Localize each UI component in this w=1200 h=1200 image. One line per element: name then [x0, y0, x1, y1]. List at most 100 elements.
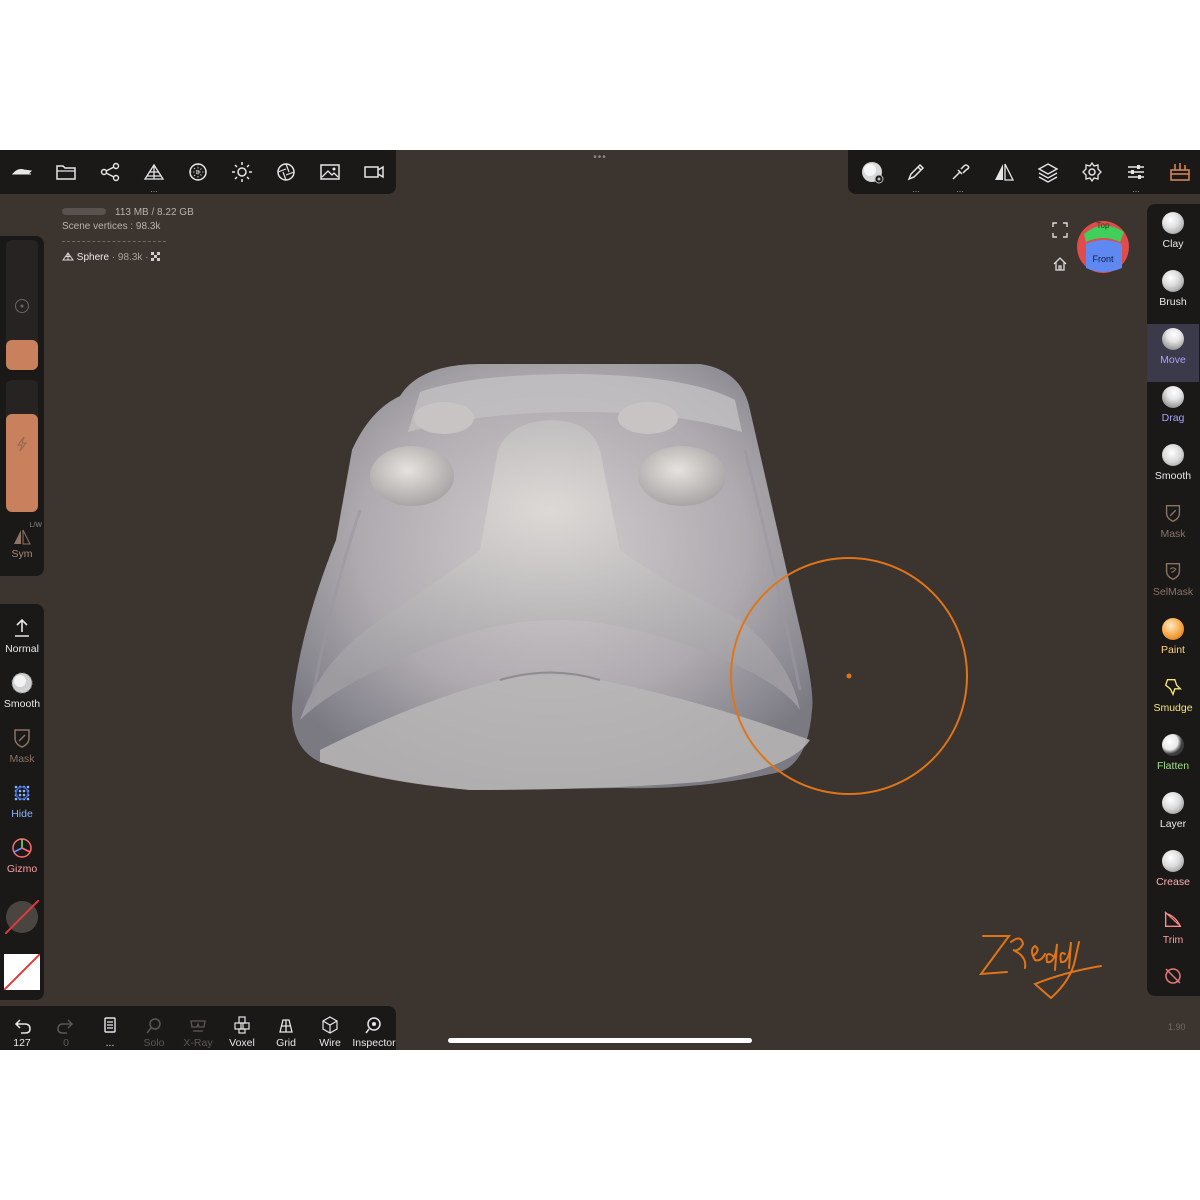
viewport[interactable]	[0, 150, 1200, 1050]
button-label: 127	[13, 1037, 31, 1049]
intensity-slider[interactable]	[6, 380, 38, 512]
symmetry-icon	[12, 528, 32, 546]
camera-aperture-button[interactable]	[274, 160, 298, 184]
picker-icon	[948, 160, 972, 184]
flatten-brush-icon	[1162, 734, 1184, 756]
tool-move[interactable]: Move	[1147, 324, 1199, 382]
layers-button[interactable]	[1036, 160, 1060, 184]
toolbox-button[interactable]	[1168, 160, 1192, 184]
symmetry-label: Sym	[11, 548, 33, 560]
grid-button[interactable]: Grid	[264, 1006, 308, 1050]
material-swatch[interactable]	[4, 899, 40, 935]
object-row[interactable]: Sphere · 98.3k ·	[62, 252, 161, 263]
intensity-icon	[15, 436, 29, 452]
button-label: X-Ray	[183, 1037, 213, 1049]
stroke-pen-button[interactable]: ...	[904, 160, 928, 194]
tool-label: Brush	[1159, 296, 1187, 308]
voxel-button[interactable]: Voxel	[220, 1006, 264, 1050]
tool-label: Flatten	[1156, 760, 1190, 772]
inspector-icon	[364, 1015, 384, 1035]
color-swatch[interactable]	[3, 953, 41, 991]
topology-icon	[142, 160, 166, 184]
scene-tree-button[interactable]	[98, 160, 122, 184]
brush-material-button[interactable]	[860, 160, 884, 184]
tool-crease[interactable]: Crease	[1147, 846, 1199, 904]
tool-brush[interactable]: Brush	[1147, 266, 1199, 324]
tool-paint[interactable]: Paint	[1147, 614, 1199, 672]
xray-button[interactable]: X-Ray	[176, 1006, 220, 1050]
inspector-button[interactable]: Inspector	[352, 1006, 396, 1050]
symmetry-button[interactable]	[992, 160, 1016, 184]
tool-smooth[interactable]: Smooth	[1147, 440, 1199, 498]
more-tools-icon[interactable]	[1161, 964, 1185, 988]
redo-button[interactable]: 0	[44, 1006, 88, 1050]
button-label: ...	[105, 1037, 115, 1049]
info-divider	[62, 241, 166, 242]
sliders-button[interactable]: ...	[1124, 160, 1148, 194]
sculpted-mesh	[291, 364, 813, 790]
tool-smudge[interactable]: Smudge	[1147, 672, 1199, 730]
folder-icon	[54, 160, 78, 184]
xray-icon	[188, 1015, 208, 1035]
tool-label: Normal	[5, 643, 39, 655]
undo-button[interactable]: 127	[0, 1006, 44, 1050]
material-sphere-button[interactable]	[186, 160, 210, 184]
view-cube-front-label: Front	[1092, 254, 1114, 264]
normal-mode[interactable]: Normal	[0, 616, 44, 668]
history-icon	[100, 1015, 120, 1035]
radius-icon	[14, 298, 30, 314]
solo-button[interactable]: Solo	[132, 1006, 176, 1050]
tool-selmask[interactable]: SelMask	[1147, 556, 1199, 614]
tool-mask[interactable]: Mask	[1147, 498, 1199, 556]
folder-button[interactable]	[54, 160, 78, 184]
redo-icon	[56, 1015, 76, 1035]
hide-icon	[10, 781, 34, 805]
video-button[interactable]	[362, 160, 386, 184]
top-toolbar-right: .........	[848, 150, 1200, 194]
tool-label: Smooth	[3, 698, 41, 710]
smooth-tool[interactable]: Smooth	[0, 671, 44, 723]
tool-label: Trim	[1162, 934, 1184, 946]
mask-tool[interactable]: Mask	[0, 726, 44, 778]
topology-button[interactable]: ...	[142, 160, 166, 194]
tool-label: Crease	[1156, 876, 1190, 888]
home-view-icon[interactable]	[1052, 256, 1068, 272]
selmask-icon	[1162, 560, 1184, 582]
button-label: Grid	[276, 1037, 296, 1049]
mesh-icon	[62, 252, 77, 263]
light-sun-icon	[230, 160, 254, 184]
image-button[interactable]	[318, 160, 342, 184]
history-button[interactable]: ...	[88, 1006, 132, 1050]
light-sun-button[interactable]	[230, 160, 254, 184]
more-options-indicator: ...	[912, 184, 920, 194]
top-drag-handle[interactable]: •••	[584, 152, 616, 163]
settings-gear-button[interactable]	[1080, 160, 1104, 184]
object-detail: · 98.3k ·	[111, 252, 149, 263]
menu-logo-button[interactable]	[10, 160, 34, 184]
picker-button[interactable]: ...	[948, 160, 972, 194]
menu-logo-icon	[10, 160, 34, 184]
signature-watermark	[978, 935, 1102, 1000]
tool-trim[interactable]: Trim	[1147, 904, 1199, 962]
hide-tool[interactable]: Hide	[0, 781, 44, 833]
object-name: Sphere	[76, 252, 110, 263]
tool-clay[interactable]: Clay	[1147, 208, 1199, 266]
normal-icon	[10, 616, 34, 640]
gizmo-tool[interactable]: Gizmo	[0, 836, 44, 888]
fullscreen-icon[interactable]	[1052, 222, 1068, 238]
tool-label: Smooth	[1154, 470, 1192, 482]
tool-drag[interactable]: Drag	[1147, 382, 1199, 440]
symmetry-toggle[interactable]: L/W Sym	[0, 522, 44, 568]
radius-slider[interactable]	[6, 240, 38, 370]
view-cube[interactable]: Top Front	[1076, 220, 1130, 274]
tool-flatten[interactable]: Flatten	[1147, 730, 1199, 788]
tool-label: Mask	[1160, 528, 1186, 540]
scene-tree-icon	[98, 160, 122, 184]
home-indicator[interactable]	[448, 1038, 752, 1043]
tool-layer[interactable]: Layer	[1147, 788, 1199, 846]
toolbox-icon	[1168, 160, 1192, 184]
smudge-icon	[1162, 676, 1184, 698]
settings-gear-icon	[1080, 160, 1104, 184]
wire-button[interactable]: Wire	[308, 1006, 352, 1050]
brush-brush-icon	[1162, 270, 1184, 292]
